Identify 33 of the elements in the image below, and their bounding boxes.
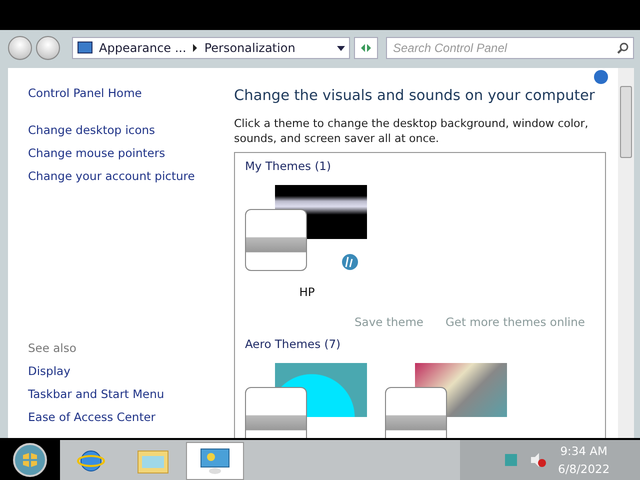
sidebar-link[interactable]: Taskbar and Start Menu	[28, 387, 230, 401]
see-also-heading: See also	[28, 341, 78, 355]
breadcrumb[interactable]: Personalization	[204, 41, 296, 55]
help-button[interactable]	[594, 70, 608, 84]
folder-icon	[137, 448, 169, 474]
monitor-icon	[199, 447, 231, 475]
sidebar-link[interactable]: Change mouse pointers	[28, 146, 230, 160]
page-title: Change the visuals and sounds on your computer	[234, 88, 596, 104]
sidebar-link[interactable]: Change desktop icons	[28, 123, 230, 137]
description: Click a theme to change the desktop background, window color, sounds, and screen saver all at once.	[234, 116, 590, 146]
sidebar-link[interactable]: Ease of Access Center	[28, 410, 230, 424]
sidebar-link[interactable]: Control Panel Home	[28, 86, 230, 100]
search-box[interactable]: Search Control Panel	[386, 37, 634, 59]
control-panel-icon	[77, 41, 93, 55]
sidebar-link[interactable]: Display	[28, 364, 230, 378]
dropdown-icon[interactable]	[337, 46, 345, 50]
refresh-button[interactable]	[354, 37, 378, 59]
group-heading: Aero Themes (7)	[245, 337, 342, 351]
group-heading: My Themes (1)	[245, 159, 332, 173]
start-button[interactable]	[0, 440, 60, 480]
muted-speaker-icon[interactable]	[530, 452, 546, 468]
clock-date: 6/8/2022	[558, 462, 610, 476]
clock-time: 9:34 AM	[560, 444, 608, 458]
address-bar[interactable]: Appearance ... Personalization	[72, 37, 350, 59]
back-button[interactable]	[8, 36, 32, 60]
breadcrumb[interactable]: Appearance ...	[99, 41, 186, 55]
forward-button[interactable]	[36, 36, 60, 60]
sidebar-link[interactable]: Change your account picture	[28, 169, 230, 183]
taskbar-app[interactable]	[186, 442, 244, 480]
theme-name: HP	[299, 285, 315, 299]
search-icon	[617, 42, 629, 54]
scrollbar[interactable]	[618, 68, 634, 438]
chevron-right-icon	[192, 44, 198, 52]
